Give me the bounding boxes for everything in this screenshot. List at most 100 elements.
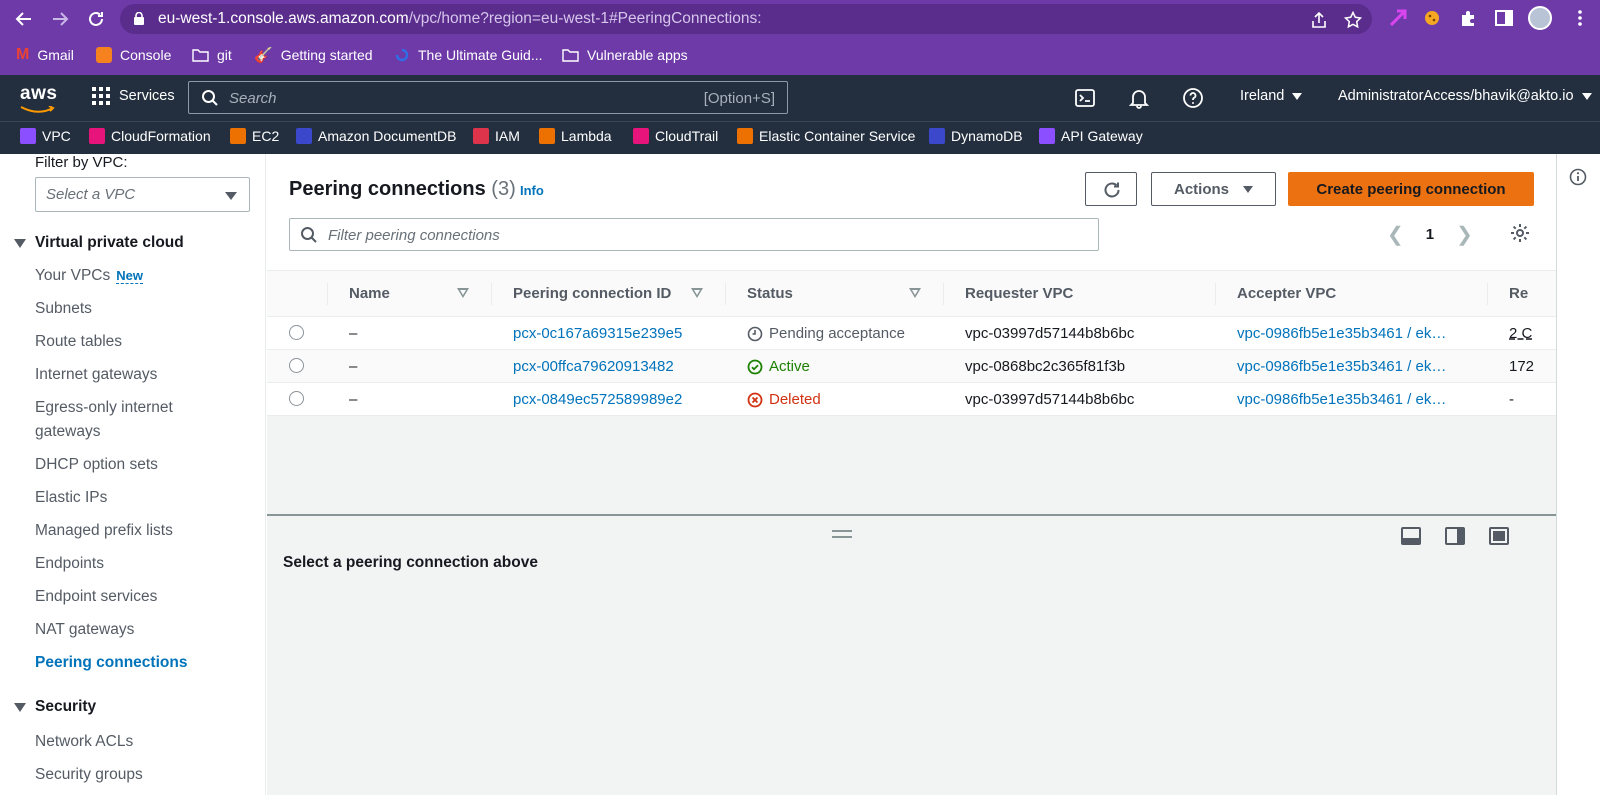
favorite-iam[interactable]: IAM [473,128,520,144]
forward-icon[interactable] [48,7,72,31]
column-header-accepter-vpc[interactable]: Accepter VPC [1237,285,1336,302]
dynamodb-service-icon [929,128,945,144]
bookmark-console[interactable]: Console [96,45,171,65]
section-security[interactable]: Security [14,698,96,716]
favorite-cloudformation[interactable]: CloudFormation [89,128,211,144]
favorite-api-gateway[interactable]: API Gateway [1039,128,1143,144]
gear-icon[interactable] [1509,222,1531,244]
status-active: Active [747,358,810,375]
extension-arrow-icon[interactable] [1388,8,1408,28]
cell-peering-id-link[interactable]: pcx-0849ec572589989e2 [513,391,682,408]
table-row[interactable]: – pcx-0849ec572589989e2 Deleted vpc-0399… [267,383,1556,416]
sidebar-item-egress-only-gateways-line2[interactable]: gateways [35,420,100,444]
help-panel-rail [1556,154,1600,795]
sidebar-item-network-acls[interactable]: Network ACLs [35,730,133,754]
sidebar-item-security-groups[interactable]: Security groups [35,763,143,787]
create-peering-connection-button[interactable]: Create peering connection [1288,172,1534,206]
favorite-cloudtrail[interactable]: CloudTrail [633,128,718,144]
reload-icon[interactable] [84,7,108,31]
split-panel-divider[interactable] [267,514,1556,516]
page-number[interactable]: 1 [1426,226,1434,243]
sidebar-item-elastic-ips[interactable]: Elastic IPs [35,486,107,510]
sort-icon[interactable] [457,288,469,298]
grid-icon [92,87,110,105]
table-header: Name Peering connection ID Status Reques… [267,271,1556,317]
sort-icon[interactable] [909,288,921,298]
star-icon[interactable] [1344,11,1362,29]
column-header-name[interactable]: Name [349,285,390,302]
filter-by-vpc-label: Filter by VPC: [35,154,128,171]
favorite-documentdb[interactable]: Amazon DocumentDB [296,128,457,144]
column-header-status[interactable]: Status [747,285,793,302]
sidebar-item-managed-prefix-lists[interactable]: Managed prefix lists [35,519,173,543]
sidebar-item-route-tables[interactable]: Route tables [35,330,122,354]
extensions-puzzle-icon[interactable] [1458,8,1478,28]
collapse-caret-icon [14,238,26,248]
filter-peering-connections-input[interactable]: Filter peering connections [289,218,1099,251]
cell-peering-id-link[interactable]: pcx-00ffca79620913482 [513,358,674,375]
aws-logo[interactable]: aws [20,83,57,105]
info-link[interactable]: Info [520,183,544,198]
profile-avatar[interactable] [1528,6,1552,30]
sidebar-item-dhcp-option-sets[interactable]: DHCP option sets [35,453,158,477]
address-bar[interactable]: eu-west-1.console.aws.amazon.com/vpc/hom… [120,4,1372,34]
chevron-right-icon[interactable]: ❯ [1456,222,1473,247]
x-circle-icon [747,392,763,407]
table-row[interactable]: – pcx-0c167a69315e239e5 Pending acceptan… [267,317,1556,350]
sort-icon[interactable] [691,288,703,298]
side-panel-icon[interactable] [1494,8,1514,28]
row-radio[interactable] [289,325,304,340]
actions-button[interactable]: Actions [1151,172,1276,206]
bookmark-git[interactable]: git [192,45,232,65]
sidebar-item-egress-only-gateways[interactable]: Egress-only internet [35,396,173,420]
back-icon[interactable] [12,7,36,31]
vpc-select-dropdown[interactable]: Select a VPC [35,177,250,212]
help-icon[interactable] [1182,87,1204,109]
cookie-icon[interactable] [1422,8,1442,28]
chevron-left-icon[interactable]: ❮ [1387,222,1404,247]
favorite-ecs[interactable]: Elastic Container Service [737,128,915,144]
cell-accepter-vpc-link[interactable]: vpc-0986fb5e1e35b3461 / ek… [1237,391,1446,408]
aws-search-input[interactable]: Search [Option+S] [188,81,788,114]
refresh-button[interactable] [1085,172,1137,206]
bookmark-gmail[interactable]: M Gmail [16,45,74,65]
info-icon[interactable] [1569,168,1587,186]
section-virtual-private-cloud[interactable]: Virtual private cloud [14,234,184,252]
row-radio[interactable] [289,391,304,406]
column-header-requester-cidrs[interactable]: Re [1509,285,1528,302]
browser-menu-icon[interactable] [1570,8,1590,28]
services-menu-button[interactable]: Services [92,87,175,105]
account-menu[interactable]: AdministratorAccess/bhavik@akto.io [1338,88,1592,104]
column-header-requester-vpc[interactable]: Requester VPC [965,285,1073,302]
drag-handle-icon[interactable] [832,530,852,538]
cell-peering-id-link[interactable]: pcx-0c167a69315e239e5 [513,325,682,342]
cell-accepter-vpc-link[interactable]: vpc-0986fb5e1e35b3461 / ek… [1237,358,1446,375]
bookmark-vulnerable-apps[interactable]: Vulnerable apps [562,45,688,65]
share-icon[interactable] [1310,11,1328,29]
sidebar-item-subnets[interactable]: Subnets [35,297,92,321]
cell-requester-cidrs[interactable]: 2 C [1509,325,1532,342]
region-selector[interactable]: Ireland [1240,88,1303,104]
notifications-bell-icon[interactable] [1128,87,1150,109]
sidebar-item-endpoints[interactable]: Endpoints [35,552,104,576]
cloudshell-icon[interactable] [1074,87,1096,109]
pagination: ❮ 1 ❯ [1387,222,1473,247]
sidebar-item-peering-connections[interactable]: Peering connections [35,651,187,675]
panel-side-icon[interactable] [1445,527,1465,545]
table-row[interactable]: – pcx-00ffca79620913482 Active vpc-0868b… [267,350,1556,383]
bookmark-getting-started[interactable]: 🎸 Getting started [254,45,373,65]
panel-full-icon[interactable] [1489,527,1509,545]
sidebar-item-your-vpcs[interactable]: Your VPCs New [35,264,143,288]
sidebar-item-endpoint-services[interactable]: Endpoint services [35,585,157,609]
favorite-dynamodb[interactable]: DynamoDB [929,128,1023,144]
cell-accepter-vpc-link[interactable]: vpc-0986fb5e1e35b3461 / ek… [1237,325,1446,342]
favorite-lambda[interactable]: Lambda [539,128,612,144]
bookmark-ultimate-guide[interactable]: The Ultimate Guid... [394,45,543,65]
favorite-ec2[interactable]: EC2 [230,128,279,144]
favorite-vpc[interactable]: VPC [20,128,71,144]
sidebar-item-internet-gateways[interactable]: Internet gateways [35,363,157,387]
sidebar-item-nat-gateways[interactable]: NAT gateways [35,618,134,642]
row-radio[interactable] [289,358,304,373]
column-header-peering-connection-id[interactable]: Peering connection ID [513,285,671,302]
panel-bottom-icon[interactable] [1401,527,1421,545]
